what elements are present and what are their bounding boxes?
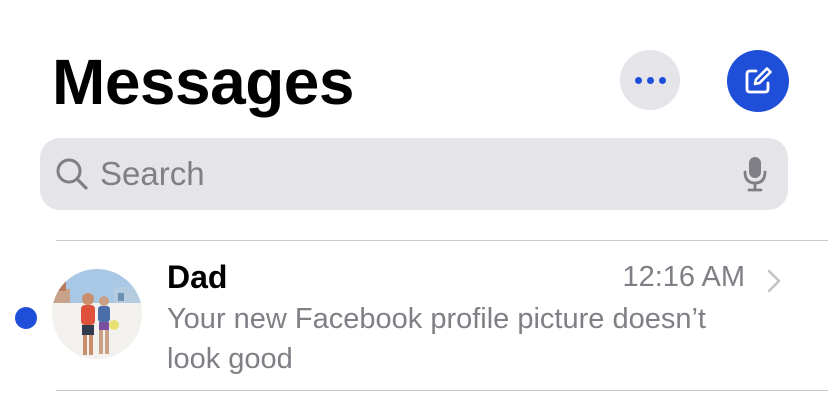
more-options-button[interactable]: [620, 50, 680, 110]
list-divider: [56, 390, 828, 391]
chevron-right-icon: [767, 269, 781, 293]
unread-indicator: [15, 307, 37, 329]
ellipsis-dot: [646, 76, 654, 84]
ellipsis-icon: [634, 76, 642, 84]
ellipsis-dot: [658, 76, 666, 84]
search-bar[interactable]: [40, 138, 788, 210]
message-preview: Your new Facebook profile picture doesn’…: [167, 303, 706, 375]
search-input[interactable]: [100, 152, 700, 196]
contact-name: Dad: [167, 259, 228, 295]
conversation-row[interactable]: Dad 12:16 AM Your new Facebook profile p…: [0, 241, 828, 389]
avatar: [52, 269, 142, 359]
compose-button[interactable]: [727, 50, 789, 112]
beach-photo-icon: [52, 269, 142, 359]
compose-icon: [745, 67, 772, 94]
magnifier-icon: [56, 158, 88, 190]
page-title: Messages: [52, 46, 354, 118]
microphone-icon[interactable]: [742, 156, 768, 192]
message-time: 12:16 AM: [622, 261, 745, 293]
